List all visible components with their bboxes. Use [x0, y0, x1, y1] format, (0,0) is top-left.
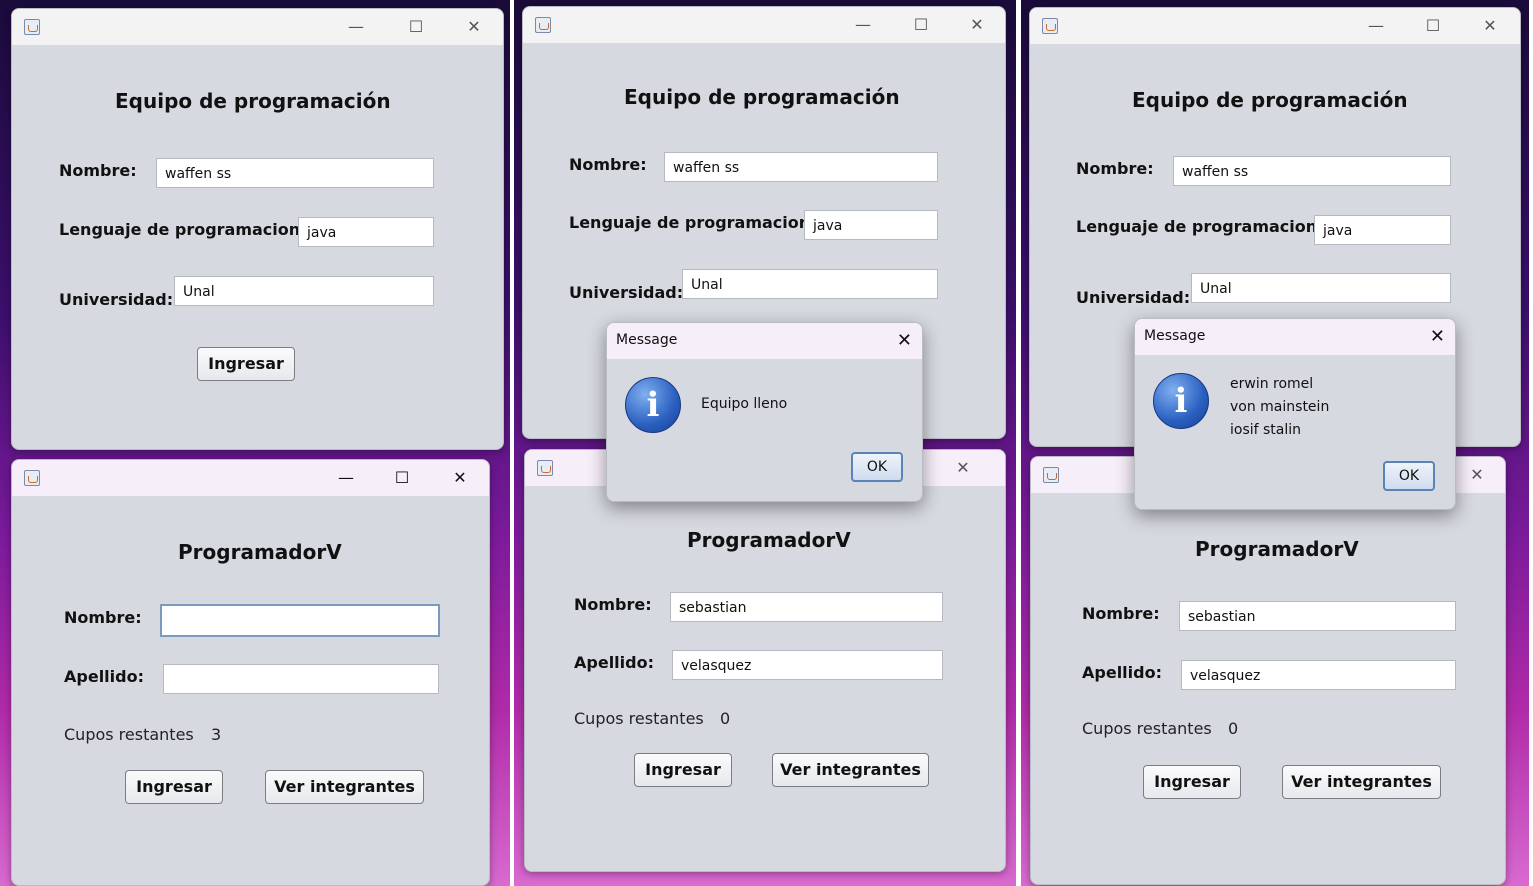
universidad-field[interactable]: Unal: [682, 269, 938, 299]
title-bar[interactable]: — ☐ ✕: [12, 9, 503, 45]
apellido-label: Apellido:: [64, 667, 144, 686]
lenguaje-label: Lenguaje de programacion:: [569, 213, 817, 232]
apellido-field[interactable]: velasquez: [1181, 660, 1456, 690]
universidad-field[interactable]: Unal: [174, 276, 434, 306]
dialog-title: Message: [1144, 328, 1206, 344]
nombre-label: Nombre:: [569, 155, 647, 174]
universidad-label: Universidad:: [569, 283, 684, 302]
page-title: Equipo de programación: [624, 85, 900, 109]
ingresar-button[interactable]: Ingresar: [197, 347, 295, 381]
message-dialog: Message ✕ i erwin romel von mainstein io…: [1134, 318, 1456, 510]
nombre-label: Nombre:: [64, 608, 142, 627]
ver-integrantes-button[interactable]: Ver integrantes: [265, 770, 424, 804]
close-icon[interactable]: ✕: [1430, 326, 1445, 347]
dialog-title-bar[interactable]: Message ✕: [607, 323, 922, 359]
programmer-window: ✕ ProgramadorV Nombre: sebastian Apellid…: [524, 449, 1006, 872]
team-window: — ☐ ✕ Equipo de programación Nombre: waf…: [11, 8, 504, 450]
lenguaje-field[interactable]: java: [298, 217, 434, 247]
close-icon[interactable]: ✕: [1467, 465, 1487, 485]
universidad-label: Universidad:: [59, 290, 174, 309]
dialog-title-bar[interactable]: Message ✕: [1135, 319, 1455, 355]
page-title: ProgramadorV: [178, 540, 342, 564]
title-bar[interactable]: — ☐ ✕: [1030, 8, 1520, 44]
apellido-field[interactable]: [163, 664, 439, 694]
ver-integrantes-button[interactable]: Ver integrantes: [772, 753, 929, 787]
java-app-icon: [1043, 467, 1059, 483]
programmer-window: ✕ ProgramadorV Nombre: sebastian Apellid…: [1030, 456, 1506, 885]
nombre-label: Nombre:: [59, 161, 137, 180]
info-icon: i: [625, 377, 681, 433]
close-icon[interactable]: ✕: [450, 468, 470, 488]
close-icon[interactable]: ✕: [953, 458, 973, 478]
title-bar[interactable]: — ☐ ✕: [523, 7, 1005, 43]
universidad-field[interactable]: Unal: [1191, 273, 1451, 303]
page-title: ProgramadorV: [687, 528, 851, 552]
screenshot-panel-2: — ☐ ✕ Equipo de programación Nombre: waf…: [514, 0, 1016, 886]
nombre-field[interactable]: [160, 604, 440, 637]
nombre-field[interactable]: sebastian: [670, 592, 943, 622]
dialog-message-line: erwin romel: [1230, 376, 1314, 392]
page-title: ProgramadorV: [1195, 537, 1359, 561]
info-icon: i: [1153, 373, 1209, 429]
apellido-label: Apellido:: [1082, 663, 1162, 682]
maximize-icon[interactable]: ☐: [406, 17, 426, 37]
apellido-field[interactable]: velasquez: [672, 650, 943, 680]
ingresar-button[interactable]: Ingresar: [1143, 765, 1241, 799]
message-dialog: Message ✕ i Equipo lleno OK: [606, 322, 923, 502]
ok-button[interactable]: OK: [851, 452, 903, 482]
ingresar-button[interactable]: Ingresar: [125, 770, 223, 804]
java-app-icon: [1042, 18, 1058, 34]
universidad-label: Universidad:: [1076, 288, 1191, 307]
maximize-icon[interactable]: ☐: [392, 468, 412, 488]
page-title: Equipo de programación: [115, 89, 391, 113]
maximize-icon[interactable]: ☐: [1423, 16, 1443, 36]
nombre-field[interactable]: waffen ss: [664, 152, 938, 182]
nombre-label: Nombre:: [1076, 159, 1154, 178]
page-title: Equipo de programación: [1132, 88, 1408, 112]
java-app-icon: [537, 460, 553, 476]
ver-integrantes-button[interactable]: Ver integrantes: [1282, 765, 1441, 799]
cupos-label: Cupos restantes: [1082, 719, 1212, 738]
dialog-title: Message: [616, 332, 678, 348]
java-app-icon: [535, 17, 551, 33]
minimize-icon[interactable]: —: [336, 468, 356, 488]
lenguaje-field[interactable]: java: [804, 210, 938, 240]
nombre-field[interactable]: sebastian: [1179, 601, 1456, 631]
java-app-icon: [24, 19, 40, 35]
lenguaje-field[interactable]: java: [1314, 215, 1451, 245]
dialog-message-line: von mainstein: [1230, 399, 1330, 415]
cupos-value: 3: [211, 725, 222, 744]
apellido-label: Apellido:: [574, 653, 654, 672]
title-bar[interactable]: — ☐ ✕: [12, 460, 489, 496]
lenguaje-label: Lenguaje de programacion:: [59, 220, 307, 239]
close-icon[interactable]: ✕: [1480, 16, 1500, 36]
screenshot-panel-1: — ☐ ✕ Equipo de programación Nombre: waf…: [0, 0, 510, 886]
screenshot-panel-3: — ☐ ✕ Equipo de programación Nombre: waf…: [1021, 0, 1529, 886]
nombre-label: Nombre:: [1082, 604, 1160, 623]
nombre-label: Nombre:: [574, 595, 652, 614]
minimize-icon[interactable]: —: [853, 15, 873, 35]
ingresar-button[interactable]: Ingresar: [634, 753, 732, 787]
cupos-value: 0: [1228, 719, 1239, 738]
minimize-icon[interactable]: —: [346, 17, 366, 37]
ok-button[interactable]: OK: [1383, 461, 1435, 491]
cupos-value: 0: [720, 709, 731, 728]
cupos-label: Cupos restantes: [574, 709, 704, 728]
nombre-field[interactable]: waffen ss: [156, 158, 434, 188]
cupos-label: Cupos restantes: [64, 725, 194, 744]
dialog-message: Equipo lleno: [701, 396, 788, 412]
close-icon[interactable]: ✕: [967, 15, 987, 35]
maximize-icon[interactable]: ☐: [911, 15, 931, 35]
lenguaje-label: Lenguaje de programacion:: [1076, 217, 1324, 236]
java-app-icon: [24, 470, 40, 486]
close-icon[interactable]: ✕: [464, 17, 484, 37]
minimize-icon[interactable]: —: [1366, 16, 1386, 36]
programmer-window: — ☐ ✕ ProgramadorV Nombre: Apellido: Cup…: [11, 459, 490, 886]
dialog-message-line: iosif stalin: [1230, 422, 1302, 438]
nombre-field[interactable]: waffen ss: [1173, 156, 1451, 186]
close-icon[interactable]: ✕: [897, 330, 912, 351]
